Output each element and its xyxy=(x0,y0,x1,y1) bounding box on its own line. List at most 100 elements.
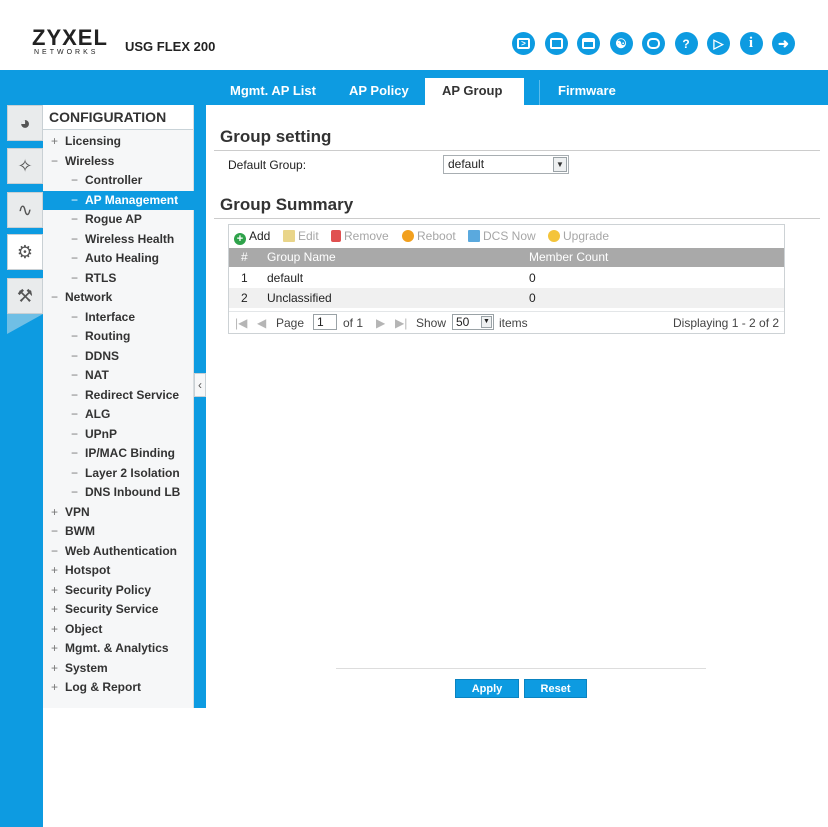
first-page-icon[interactable]: |◀ xyxy=(235,313,247,333)
nav-item-hotspot[interactable]: + Hotspot xyxy=(43,561,194,581)
apply-button[interactable]: Apply xyxy=(455,679,519,698)
tab-ap-group[interactable]: AP Group xyxy=(425,78,524,105)
nav-item-mgmt-analytics[interactable]: + Mgmt. & Analytics xyxy=(43,639,194,659)
monitor-icon[interactable]: ∿ xyxy=(7,192,43,228)
collapse-icon: − xyxy=(70,426,78,441)
dashboard-icon[interactable]: ◕ xyxy=(7,105,43,141)
trash-icon xyxy=(331,230,341,242)
nav-item-alg[interactable]: − ALG xyxy=(43,405,194,425)
prev-page-icon[interactable]: ◀ xyxy=(257,313,266,333)
nav-item-ip-mac-binding[interactable]: − IP/MAC Binding xyxy=(43,444,194,464)
nav-item-web-authentication[interactable]: − Web Authentication xyxy=(43,542,194,562)
page-label: Page xyxy=(276,316,305,330)
nav-item-label: Auto Healing xyxy=(85,251,159,265)
page-input[interactable]: 1 xyxy=(313,314,337,330)
table-row[interactable]: 2 Unclassified 0 xyxy=(229,288,784,308)
collapse-icon: − xyxy=(70,465,78,480)
reboot-button[interactable]: Reboot xyxy=(402,229,456,243)
tab-firmware[interactable]: Firmware xyxy=(558,70,616,105)
page-size-select[interactable]: 50 ▼ xyxy=(452,314,494,330)
add-icon: + xyxy=(234,233,246,245)
nav-item-log-report[interactable]: + Log & Report xyxy=(43,678,194,698)
nav-item-security-policy[interactable]: + Security Policy xyxy=(43,581,194,601)
nav-item-bwm[interactable]: − BWM xyxy=(43,522,194,542)
brand-subtitle: NETWORKS xyxy=(34,49,99,56)
nav-item-ddns[interactable]: − DDNS xyxy=(43,347,194,367)
chevron-down-icon[interactable]: ▼ xyxy=(553,157,567,172)
dcs-now-button[interactable]: DCS Now xyxy=(468,229,536,243)
col-header-num[interactable]: # xyxy=(241,248,248,267)
network-icon[interactable]: ☯ xyxy=(609,32,633,55)
collapse-icon: − xyxy=(70,387,78,402)
nav-item-label: Wireless Health xyxy=(85,231,175,246)
chevron-down-icon[interactable]: ▼ xyxy=(481,316,492,328)
nav-item-nat[interactable]: − NAT xyxy=(43,366,194,386)
nav-item-label: Security Policy xyxy=(65,582,152,597)
add-button[interactable]: + Add xyxy=(234,229,270,245)
nav-item-vpn[interactable]: + VPN xyxy=(43,503,194,523)
configuration-icon[interactable]: ⚙ xyxy=(7,234,43,270)
nav-item-system[interactable]: + System xyxy=(43,659,194,679)
console-icon[interactable]: > xyxy=(512,32,535,55)
nav-item-object[interactable]: + Object xyxy=(43,620,194,640)
tab-mgmt-ap-list[interactable]: Mgmt. AP List xyxy=(230,70,316,105)
nav-item-dns-inbound-lb[interactable]: − DNS Inbound LB xyxy=(43,483,194,503)
nav-item-label: IP/MAC Binding xyxy=(85,446,175,460)
nav-item-upnp[interactable]: − UPnP xyxy=(43,425,194,445)
tab-ap-policy[interactable]: AP Policy xyxy=(349,70,409,105)
cli-icon[interactable] xyxy=(544,32,568,55)
nav-item-redirect-service[interactable]: − Redirect Service xyxy=(43,386,194,406)
nav-item-label: Redirect Service xyxy=(85,387,180,402)
default-group-select[interactable]: default ▼ xyxy=(443,155,569,174)
chat-icon[interactable] xyxy=(642,32,665,55)
remove-button[interactable]: Remove xyxy=(331,229,389,243)
row-group-name: default xyxy=(267,271,304,285)
col-header-member-count[interactable]: Member Count xyxy=(529,248,608,267)
nav-item-network[interactable]: − Network xyxy=(43,288,194,308)
section-divider xyxy=(214,218,820,219)
nav-item-ap-management[interactable]: − AP Management xyxy=(43,190,194,210)
edit-button[interactable]: Edit xyxy=(283,229,319,243)
collapse-icon: − xyxy=(70,407,78,421)
expand-icon: + xyxy=(50,602,58,616)
nav-item-label: Interface xyxy=(85,309,136,324)
nav-item-rtls[interactable]: − RTLS xyxy=(43,269,194,289)
help-icon[interactable]: ? xyxy=(674,32,698,55)
nav-item-label: Layer 2 Isolation xyxy=(85,465,180,480)
default-group-value: default xyxy=(448,157,485,171)
nav-item-controller[interactable]: − Controller xyxy=(43,171,194,191)
nav-item-auto-healing[interactable]: − Auto Healing xyxy=(43,249,194,269)
last-page-icon[interactable]: ▶| xyxy=(395,313,407,333)
edit-icon xyxy=(283,230,295,242)
window-icon[interactable] xyxy=(577,32,600,55)
next-page-icon[interactable]: ▶ xyxy=(376,313,385,333)
collapse-icon: − xyxy=(70,270,78,285)
col-header-group-name[interactable]: Group Name xyxy=(267,248,336,267)
nav-item-security-service[interactable]: + Security Service xyxy=(43,600,194,620)
nav-item-layer-2-isolation[interactable]: − Layer 2 Isolation xyxy=(43,464,194,484)
broadcast-icon[interactable]: ▷ xyxy=(707,32,730,55)
remove-label: Remove xyxy=(344,229,389,243)
expand-icon: + xyxy=(50,621,58,636)
upgrade-label: Upgrade xyxy=(563,229,610,243)
reset-button[interactable]: Reset xyxy=(524,679,587,698)
upgrade-button[interactable]: Upgrade xyxy=(548,229,609,243)
maintenance-icon[interactable]: ⚒ xyxy=(7,278,43,314)
nav-side-strip xyxy=(194,105,206,708)
collapse-icon: − xyxy=(50,290,58,304)
info-icon[interactable]: i xyxy=(739,32,763,55)
nav-item-wireless-health[interactable]: − Wireless Health xyxy=(43,230,194,250)
wizard-icon[interactable]: ✧ xyxy=(7,148,43,184)
logout-icon[interactable]: ➜ xyxy=(772,32,795,55)
device-model: USG FLEX 200 xyxy=(125,39,216,54)
nav-item-wireless[interactable]: − Wireless xyxy=(43,152,194,172)
nav-item-rogue-ap[interactable]: − Rogue AP xyxy=(43,210,194,230)
table-row[interactable]: 1 default 0 xyxy=(229,268,784,288)
group-summary-title: Group Summary xyxy=(220,195,354,214)
nav-item-licensing[interactable]: + Licensing xyxy=(43,132,194,152)
nav-item-interface[interactable]: − Interface xyxy=(43,308,194,328)
dcs-now-label: DCS Now xyxy=(483,229,536,243)
collapse-nav-icon[interactable]: ‹ xyxy=(194,373,206,397)
nav-item-routing[interactable]: − Routing xyxy=(43,327,194,347)
collapse-icon: − xyxy=(70,192,78,207)
